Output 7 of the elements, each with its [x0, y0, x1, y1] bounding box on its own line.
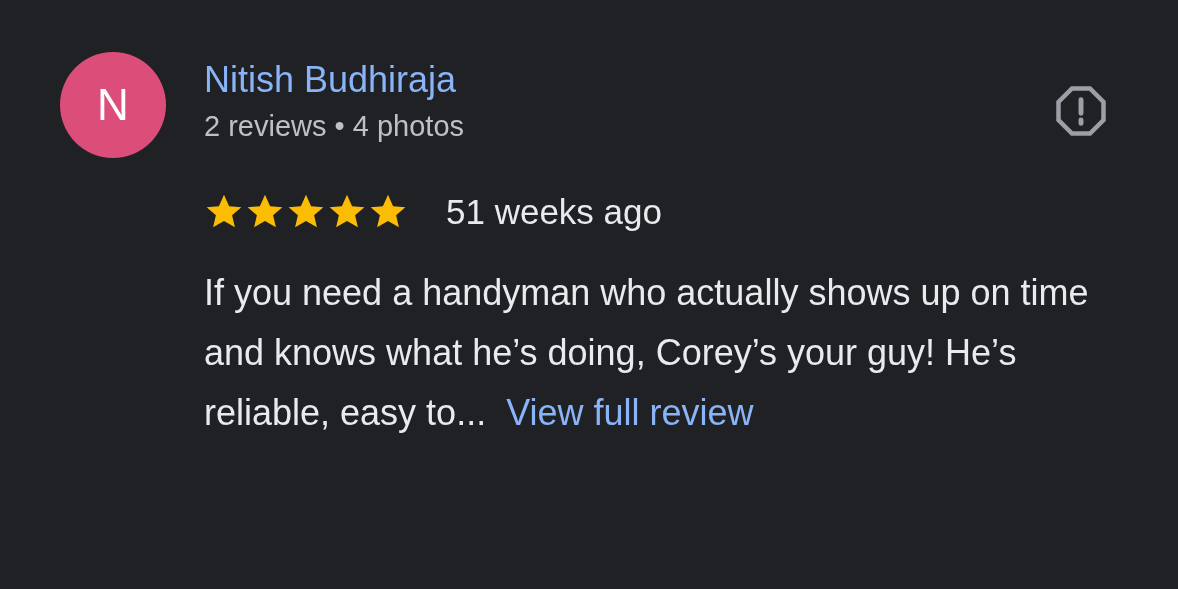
author-meta: 2 reviews • 4 photos — [204, 109, 464, 144]
avatar: N — [60, 52, 166, 158]
author-name[interactable]: Nitish Budhiraja — [204, 54, 464, 106]
review-text: If you need a handyman who actually shows up on time and knows what he’s doing, Corey’s your guy! He’s reliable, easy to... View full review — [204, 270, 1090, 435]
review-time: 51 weeks ago — [446, 191, 662, 233]
report-icon[interactable] — [1054, 84, 1108, 138]
view-full-review-link[interactable]: View full review — [506, 391, 754, 433]
